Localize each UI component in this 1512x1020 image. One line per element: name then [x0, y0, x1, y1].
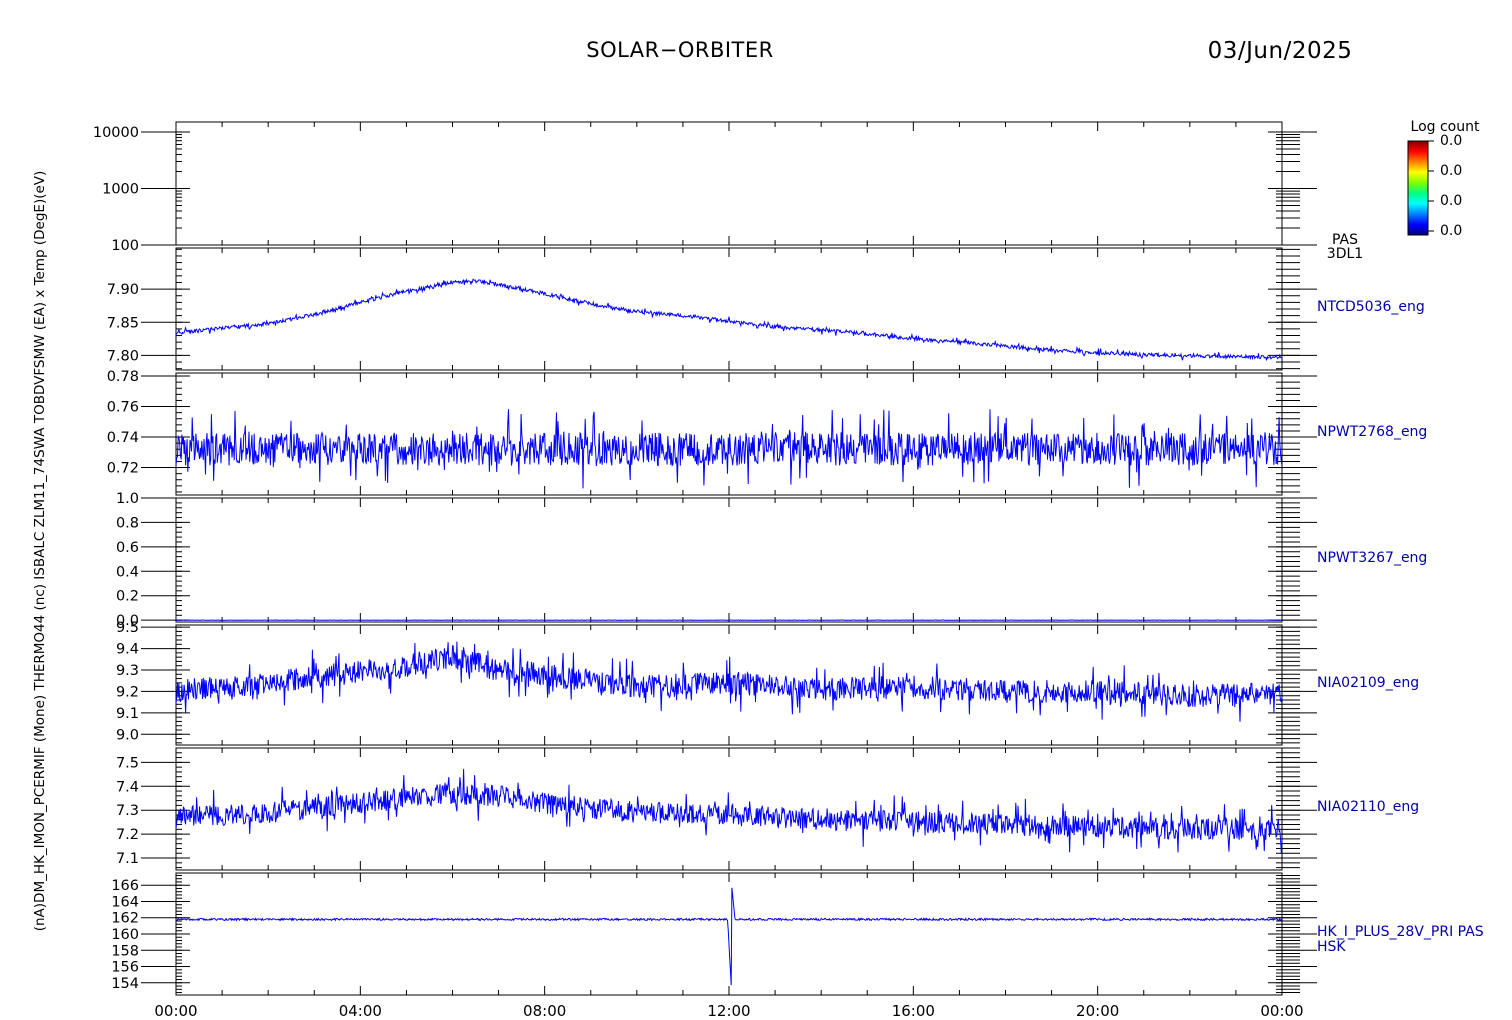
- x-tick-label: 20:00: [1076, 1002, 1119, 1020]
- x-tick-label: 16:00: [892, 1002, 935, 1020]
- y-tick-label: 1.0: [116, 491, 139, 507]
- y-tick-label: 7.85: [107, 315, 139, 331]
- y-tick-label: 9.4: [116, 642, 139, 658]
- series-line: [175, 887, 1283, 986]
- panel-label: NPWT2768_eng: [1317, 424, 1427, 440]
- y-tick-label: 162: [111, 911, 139, 927]
- y-tick-label: 100: [111, 238, 139, 254]
- y-tick-label: 0.6: [116, 540, 139, 556]
- y-tick-label: 7.1: [116, 851, 139, 867]
- y-tick-label: 9.0: [116, 727, 139, 743]
- x-tick-label: 00:00: [154, 1002, 197, 1020]
- series-line: [175, 768, 1283, 854]
- figure: SOLAR−ORBITER 03/Jun/2025 Log count 0.0 …: [0, 0, 1512, 1020]
- panel-label: 3DL1: [1327, 246, 1363, 262]
- panel-frame: [175, 372, 1283, 496]
- panel-label: NIA02110_eng: [1317, 799, 1419, 815]
- y-tick-label: 0.4: [116, 564, 139, 580]
- x-tick-label: 08:00: [523, 1002, 566, 1020]
- series-line: [175, 278, 1283, 361]
- y-tick-label: 7.4: [116, 779, 139, 795]
- panel-label: HSK: [1317, 939, 1346, 955]
- series-line: [175, 641, 1283, 722]
- panel-frame: [175, 121, 1283, 246]
- y-tick-label: 7.5: [116, 755, 139, 771]
- y-tick-label: 0.78: [107, 369, 139, 385]
- panel-frame: [175, 872, 1283, 996]
- y-tick-label: 7.80: [107, 348, 139, 364]
- series-line: [175, 409, 1283, 489]
- colorbar: [1407, 140, 1429, 236]
- panel-label: NIA02109_eng: [1317, 675, 1419, 691]
- y-tick-label: 158: [111, 943, 139, 959]
- plot-area: 100100010000PAS3DL17.807.857.90NTCD5036_…: [93, 121, 1484, 1020]
- panel-label: HK_I_PLUS_28V_PRI PAS: [1317, 924, 1484, 940]
- x-tick-label: 12:00: [707, 1002, 750, 1020]
- x-tick-label: 00:00: [1260, 1002, 1303, 1020]
- y-tick-label: 7.90: [107, 282, 139, 298]
- y-tick-label: 7.3: [116, 803, 139, 819]
- y-tick-label: 9.1: [116, 706, 139, 722]
- y-tick-label: 154: [111, 976, 139, 992]
- x-tick-label: 04:00: [339, 1002, 382, 1020]
- panel-frame: [175, 497, 1283, 623]
- y-tick-label: 156: [111, 960, 139, 976]
- y-tick-label: 10000: [93, 125, 139, 141]
- y-tick-label: 166: [111, 878, 139, 894]
- panel-label: NPWT3267_eng: [1317, 550, 1427, 566]
- y-tick-label: 0.72: [107, 461, 139, 477]
- y-tick-label: 164: [111, 894, 139, 910]
- y-tick-label: 0.8: [116, 515, 139, 531]
- y-tick-label: 9.2: [116, 684, 139, 700]
- panel-label: NTCD5036_eng: [1317, 299, 1425, 315]
- y-tick-label: 0.76: [107, 400, 139, 416]
- y-tick-label: 0.74: [107, 430, 139, 446]
- y-tick-label: 9.3: [116, 663, 139, 679]
- y-tick-label: 0.2: [116, 589, 139, 605]
- y-tick-label: 160: [111, 927, 139, 943]
- y-tick-label: 1000: [102, 181, 139, 197]
- y-tick-label: 7.2: [116, 827, 139, 843]
- y-tick-label: 9.5: [116, 620, 139, 636]
